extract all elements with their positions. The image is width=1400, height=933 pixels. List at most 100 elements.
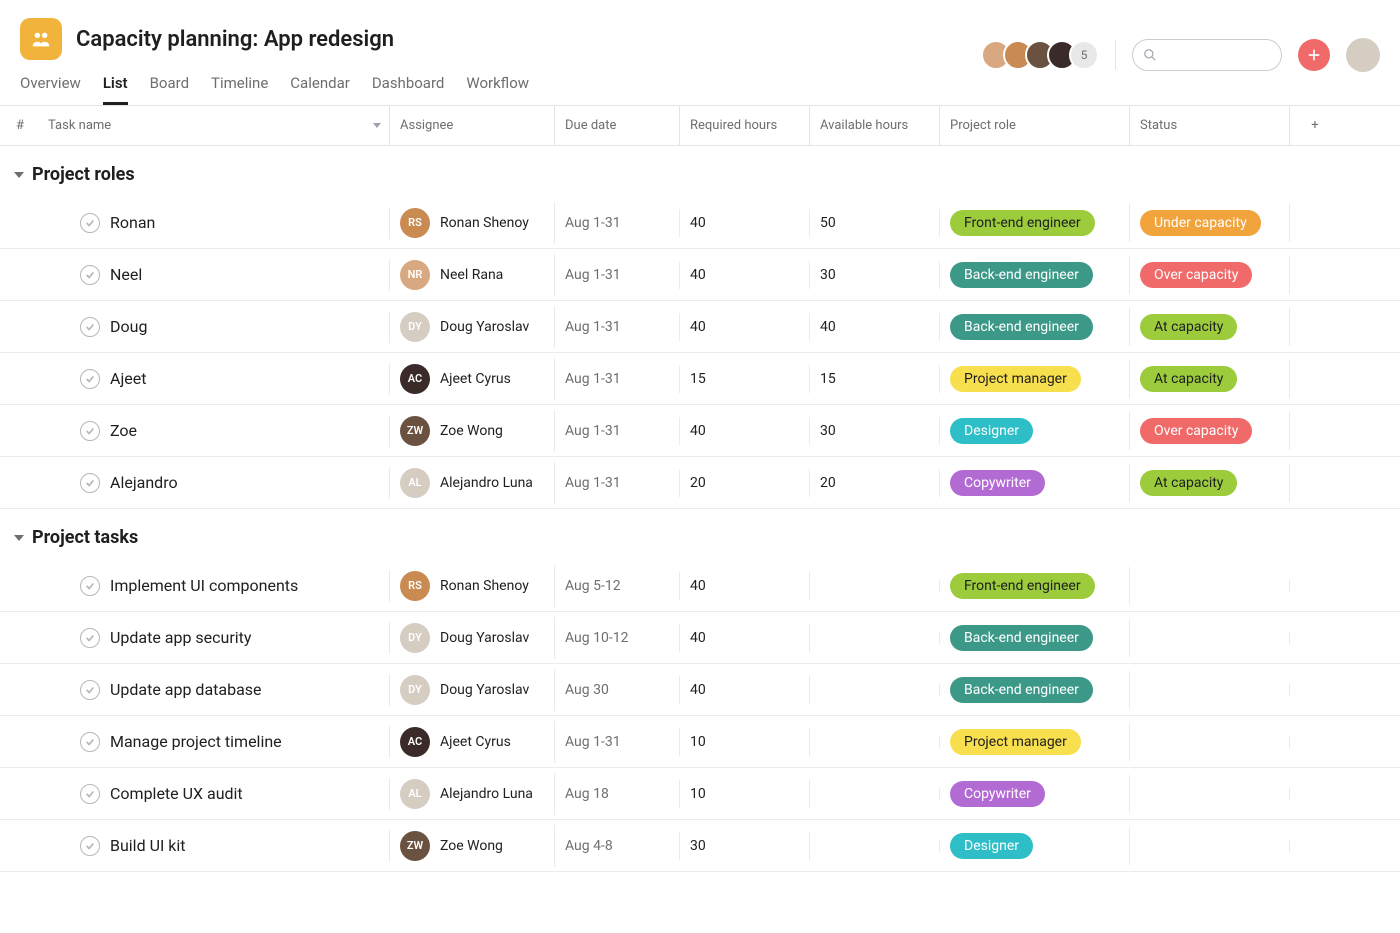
col-available-hours[interactable]: Available hours xyxy=(810,106,940,145)
task-row[interactable]: Implement UI componentsRSRonan ShenoyAug… xyxy=(0,560,1400,612)
project-role-cell[interactable]: Designer xyxy=(940,827,1130,865)
available-hours-cell[interactable] xyxy=(810,632,940,644)
tab-list[interactable]: List xyxy=(103,74,128,105)
assignee-cell[interactable]: ACAjeet Cyrus xyxy=(390,358,555,400)
available-hours-cell[interactable]: 15 xyxy=(810,365,940,393)
assignee-cell[interactable]: RSRonan Shenoy xyxy=(390,202,555,244)
due-date-cell[interactable]: Aug 10-12 xyxy=(555,624,680,652)
task-row[interactable]: Update app databaseDYDoug YaroslavAug 30… xyxy=(0,664,1400,716)
col-required-hours[interactable]: Required hours xyxy=(680,106,810,145)
assignee-cell[interactable]: ACAjeet Cyrus xyxy=(390,721,555,763)
available-hours-cell[interactable] xyxy=(810,580,940,592)
status-cell[interactable] xyxy=(1130,632,1290,644)
required-hours-cell[interactable]: 10 xyxy=(680,780,810,808)
due-date-cell[interactable]: Aug 5-12 xyxy=(555,572,680,600)
task-row[interactable]: DougDYDoug YaroslavAug 1-314040Back-end … xyxy=(0,301,1400,353)
available-hours-cell[interactable]: 40 xyxy=(810,313,940,341)
due-date-cell[interactable]: Aug 1-31 xyxy=(555,728,680,756)
required-hours-cell[interactable]: 40 xyxy=(680,572,810,600)
project-role-cell[interactable]: Front-end engineer xyxy=(940,204,1130,242)
project-role-cell[interactable]: Project manager xyxy=(940,723,1130,761)
complete-check-icon[interactable] xyxy=(80,369,100,389)
col-due-date[interactable]: Due date xyxy=(555,106,680,145)
status-cell[interactable] xyxy=(1130,788,1290,800)
complete-check-icon[interactable] xyxy=(80,680,100,700)
search-input[interactable] xyxy=(1132,39,1282,71)
tab-calendar[interactable]: Calendar xyxy=(290,74,350,105)
status-cell[interactable]: Under capacity xyxy=(1130,204,1290,242)
project-title[interactable]: Capacity planning: App redesign xyxy=(76,27,394,52)
available-hours-cell[interactable] xyxy=(810,788,940,800)
section-header[interactable]: Project tasks xyxy=(0,509,1400,560)
required-hours-cell[interactable]: 30 xyxy=(680,832,810,860)
assignee-cell[interactable]: RSRonan Shenoy xyxy=(390,565,555,607)
required-hours-cell[interactable]: 15 xyxy=(680,365,810,393)
required-hours-cell[interactable]: 40 xyxy=(680,313,810,341)
due-date-cell[interactable]: Aug 1-31 xyxy=(555,209,680,237)
required-hours-cell[interactable]: 20 xyxy=(680,469,810,497)
add-column-button[interactable]: + xyxy=(1290,106,1340,145)
status-cell[interactable]: At capacity xyxy=(1130,360,1290,398)
task-row[interactable]: Complete UX auditALAlejandro LunaAug 181… xyxy=(0,768,1400,820)
status-cell[interactable] xyxy=(1130,580,1290,592)
due-date-cell[interactable]: Aug 1-31 xyxy=(555,417,680,445)
status-cell[interactable]: Over capacity xyxy=(1130,256,1290,294)
status-cell[interactable] xyxy=(1130,736,1290,748)
complete-check-icon[interactable] xyxy=(80,213,100,233)
assignee-cell[interactable]: ZWZoe Wong xyxy=(390,410,555,452)
complete-check-icon[interactable] xyxy=(80,732,100,752)
collaborators-overflow[interactable]: 5 xyxy=(1069,40,1099,70)
project-role-cell[interactable]: Front-end engineer xyxy=(940,567,1130,605)
task-row[interactable]: Manage project timelineACAjeet CyrusAug … xyxy=(0,716,1400,768)
assignee-cell[interactable]: DYDoug Yaroslav xyxy=(390,306,555,348)
task-row[interactable]: RonanRSRonan ShenoyAug 1-314050Front-end… xyxy=(0,197,1400,249)
available-hours-cell[interactable] xyxy=(810,684,940,696)
status-cell[interactable]: At capacity xyxy=(1130,464,1290,502)
due-date-cell[interactable]: Aug 18 xyxy=(555,780,680,808)
project-role-cell[interactable]: Designer xyxy=(940,412,1130,450)
tab-dashboard[interactable]: Dashboard xyxy=(372,74,445,105)
due-date-cell[interactable]: Aug 30 xyxy=(555,676,680,704)
project-role-cell[interactable]: Project manager xyxy=(940,360,1130,398)
due-date-cell[interactable]: Aug 4-8 xyxy=(555,832,680,860)
task-row[interactable]: Build UI kitZWZoe WongAug 4-830Designer xyxy=(0,820,1400,872)
status-cell[interactable] xyxy=(1130,840,1290,852)
assignee-cell[interactable]: NRNeel Rana xyxy=(390,254,555,296)
complete-check-icon[interactable] xyxy=(80,836,100,856)
assignee-cell[interactable]: DYDoug Yaroslav xyxy=(390,669,555,711)
project-role-cell[interactable]: Back-end engineer xyxy=(940,308,1130,346)
required-hours-cell[interactable]: 10 xyxy=(680,728,810,756)
available-hours-cell[interactable] xyxy=(810,840,940,852)
col-assignee[interactable]: Assignee xyxy=(390,106,555,145)
assignee-cell[interactable]: ALAlejandro Luna xyxy=(390,462,555,504)
required-hours-cell[interactable]: 40 xyxy=(680,261,810,289)
complete-check-icon[interactable] xyxy=(80,576,100,596)
required-hours-cell[interactable]: 40 xyxy=(680,624,810,652)
status-cell[interactable] xyxy=(1130,684,1290,696)
add-button[interactable] xyxy=(1298,39,1330,71)
col-status[interactable]: Status xyxy=(1130,106,1290,145)
project-role-cell[interactable]: Back-end engineer xyxy=(940,256,1130,294)
project-role-cell[interactable]: Back-end engineer xyxy=(940,619,1130,657)
task-row[interactable]: Update app securityDYDoug YaroslavAug 10… xyxy=(0,612,1400,664)
col-project-role[interactable]: Project role xyxy=(940,106,1130,145)
task-row[interactable]: NeelNRNeel RanaAug 1-314030Back-end engi… xyxy=(0,249,1400,301)
collaborators-stack[interactable]: 5 xyxy=(989,40,1099,70)
complete-check-icon[interactable] xyxy=(80,317,100,337)
required-hours-cell[interactable]: 40 xyxy=(680,676,810,704)
complete-check-icon[interactable] xyxy=(80,421,100,441)
tab-timeline[interactable]: Timeline xyxy=(211,74,268,105)
task-row[interactable]: AlejandroALAlejandro LunaAug 1-312020Cop… xyxy=(0,457,1400,509)
due-date-cell[interactable]: Aug 1-31 xyxy=(555,365,680,393)
due-date-cell[interactable]: Aug 1-31 xyxy=(555,469,680,497)
available-hours-cell[interactable]: 20 xyxy=(810,469,940,497)
project-role-cell[interactable]: Copywriter xyxy=(940,775,1130,813)
due-date-cell[interactable]: Aug 1-31 xyxy=(555,261,680,289)
col-task-name[interactable]: Task name xyxy=(40,106,390,145)
due-date-cell[interactable]: Aug 1-31 xyxy=(555,313,680,341)
available-hours-cell[interactable]: 30 xyxy=(810,417,940,445)
available-hours-cell[interactable]: 50 xyxy=(810,209,940,237)
current-user-avatar[interactable] xyxy=(1346,38,1380,72)
complete-check-icon[interactable] xyxy=(80,473,100,493)
tab-board[interactable]: Board xyxy=(150,74,189,105)
